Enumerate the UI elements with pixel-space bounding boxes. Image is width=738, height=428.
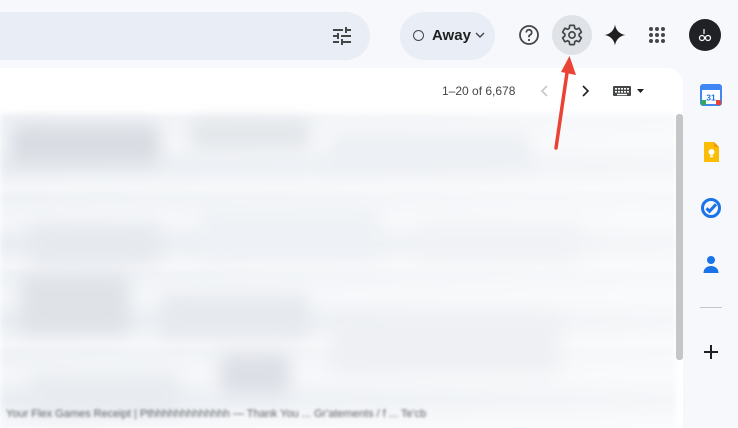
google-apps-button[interactable] <box>637 15 677 55</box>
chevron-down-icon <box>475 32 485 38</box>
settings-button[interactable] <box>552 15 592 55</box>
contacts-icon <box>703 256 719 273</box>
help-icon <box>519 25 539 45</box>
message-preview-row[interactable]: Your Flex Games Receipt | Pthhhhhhhhhhhh… <box>6 408 426 420</box>
mail-list-panel: 1–20 of 6,678 Your Flex Games Receipt | … <box>0 68 683 428</box>
blurred-message-list[interactable] <box>0 114 676 428</box>
gemini-button[interactable] <box>595 15 635 55</box>
side-panel-divider <box>700 307 722 308</box>
plus-icon <box>704 345 718 359</box>
gemini-sparkle-icon <box>604 24 626 46</box>
apps-grid-icon <box>649 27 665 43</box>
contacts-app-button[interactable] <box>699 252 723 276</box>
avatar-image-icon <box>698 29 712 42</box>
status-selector[interactable]: Away <box>400 12 495 60</box>
tasks-icon <box>701 198 721 218</box>
status-indicator-icon <box>413 30 424 41</box>
keep-app-button[interactable] <box>699 140 723 164</box>
scrollbar-thumb[interactable] <box>676 114 683 360</box>
gear-icon <box>561 24 583 46</box>
tune-icon[interactable] <box>330 24 354 48</box>
keyboard-input-tools-icon[interactable] <box>612 83 648 99</box>
account-avatar[interactable] <box>689 19 721 51</box>
chevron-right-icon[interactable] <box>576 82 594 100</box>
status-label: Away <box>432 27 471 44</box>
pagination-count: 1–20 of 6,678 <box>442 84 516 98</box>
calendar-date-label: 31 <box>706 93 716 103</box>
get-addons-button[interactable] <box>699 340 723 364</box>
keep-icon <box>704 142 719 162</box>
calendar-icon: 31 <box>700 84 722 106</box>
calendar-app-button[interactable]: 31 <box>699 83 723 107</box>
help-button[interactable] <box>509 15 549 55</box>
tasks-app-button[interactable] <box>699 196 723 220</box>
search-bar[interactable] <box>0 12 370 60</box>
chevron-left-icon[interactable] <box>536 82 554 100</box>
